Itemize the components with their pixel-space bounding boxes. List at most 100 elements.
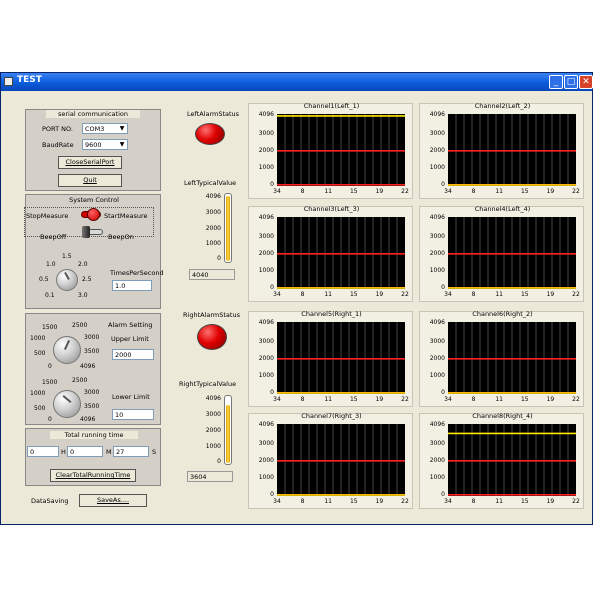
y-tick-label: 0 — [441, 491, 445, 498]
x-tick-label: 19 — [546, 188, 555, 195]
app-window: TEST _ □ ✕ serial communication PORT NO.… — [0, 72, 593, 525]
y-tick-label: 4096 — [258, 319, 274, 326]
plot-svg — [277, 322, 405, 394]
x-tick-label: 15 — [520, 188, 529, 195]
plot-area — [277, 114, 405, 186]
x-tick-label: 19 — [375, 291, 384, 298]
chart-title: Channel6(Right_2) — [472, 310, 533, 318]
plot-area — [448, 217, 576, 289]
x-tick-label: 15 — [520, 396, 529, 403]
x-tick-label: 34 — [444, 498, 452, 505]
x-tick-label: 34 — [273, 396, 281, 403]
x-tick-label: 34 — [444, 291, 452, 298]
channel-chart-8: Channel8(Right_4) 0 1000 2000 3000 4096 34 8 11 1… — [419, 412, 584, 509]
plot-svg — [277, 424, 405, 496]
chart-title: Channel4(Left_4) — [474, 205, 531, 213]
y-tick-label: 2000 — [258, 249, 274, 257]
x-tick-label: 11 — [324, 188, 332, 195]
x-tick-label: 11 — [495, 498, 503, 505]
x-tick-label: 19 — [375, 188, 384, 195]
y-tick-label: 3000 — [429, 232, 445, 240]
x-tick-label: 15 — [349, 291, 358, 298]
y-tick-label: 2000 — [258, 456, 274, 464]
y-tick-label: 0 — [441, 181, 445, 188]
x-tick-label: 8 — [300, 498, 305, 505]
chart-title: Channel5(Right_1) — [301, 310, 362, 318]
y-tick-label: 1000 — [429, 163, 445, 171]
plot-svg — [277, 114, 405, 186]
y-tick-label: 1000 — [429, 266, 445, 274]
x-tick-label: 22 — [572, 396, 580, 403]
y-tick-label: 2000 — [429, 146, 445, 154]
x-tick-label: 22 — [401, 291, 409, 298]
y-tick-label: 1000 — [429, 473, 445, 481]
y-tick-label: 3000 — [429, 439, 445, 447]
y-tick-label: 2000 — [429, 456, 445, 464]
x-tick-label: 8 — [471, 396, 476, 403]
chart-title: Channel2(Left_2) — [474, 102, 531, 110]
y-tick-label: 1000 — [258, 473, 274, 481]
plot-svg — [448, 322, 576, 394]
y-tick-label: 4096 — [429, 214, 445, 221]
y-tick-label: 0 — [270, 284, 274, 291]
y-tick-label: 0 — [441, 389, 445, 396]
plot-area — [448, 322, 576, 394]
x-tick-label: 22 — [572, 291, 580, 298]
y-tick-label: 4096 — [429, 319, 445, 326]
channel-chart-1: Channel1(Left_1) 0 1000 2000 3000 4096 34 8 11 15… — [248, 102, 413, 199]
channel-chart-7: Channel7(Right_3) 0 1000 2000 3000 4096 34 8 11 1… — [248, 412, 413, 509]
y-tick-label: 2000 — [429, 249, 445, 257]
y-tick-label: 3000 — [429, 337, 445, 345]
x-tick-label: 34 — [273, 498, 281, 505]
x-tick-label: 15 — [520, 498, 529, 505]
y-tick-label: 2000 — [258, 146, 274, 154]
x-tick-label: 15 — [349, 498, 358, 505]
y-tick-label: 0 — [270, 491, 274, 498]
x-tick-label: 22 — [572, 498, 580, 505]
x-tick-label: 11 — [324, 498, 332, 505]
y-tick-label: 4096 — [429, 421, 445, 428]
plot-svg — [448, 424, 576, 496]
y-tick-label: 0 — [441, 284, 445, 291]
y-tick-label: 0 — [270, 389, 274, 396]
x-tick-label: 8 — [471, 498, 476, 505]
plot-area — [277, 217, 405, 289]
y-tick-label: 1000 — [258, 163, 274, 171]
y-tick-label: 3000 — [258, 129, 274, 137]
chart-title: Channel7(Right_3) — [301, 412, 362, 420]
x-tick-label: 11 — [495, 188, 503, 195]
plot-area — [448, 114, 576, 186]
x-tick-label: 19 — [546, 291, 555, 298]
y-tick-label: 4096 — [429, 111, 445, 118]
y-tick-label: 1000 — [258, 371, 274, 379]
x-tick-label: 22 — [401, 188, 409, 195]
x-tick-label: 11 — [324, 291, 332, 298]
x-tick-label: 34 — [444, 188, 452, 195]
y-tick-label: 1000 — [429, 371, 445, 379]
x-tick-label: 19 — [375, 396, 384, 403]
x-tick-label: 22 — [572, 188, 580, 195]
plot-svg — [277, 217, 405, 289]
y-tick-label: 1000 — [258, 266, 274, 274]
x-tick-label: 8 — [471, 291, 476, 298]
x-tick-label: 34 — [273, 188, 281, 195]
x-tick-label: 11 — [495, 396, 503, 403]
y-tick-label: 4096 — [258, 421, 274, 428]
x-tick-label: 22 — [401, 396, 409, 403]
chart-title: Channel8(Right_4) — [472, 412, 533, 420]
x-tick-label: 19 — [546, 498, 555, 505]
y-tick-label: 3000 — [258, 232, 274, 240]
y-tick-label: 3000 — [429, 129, 445, 137]
x-tick-label: 34 — [444, 396, 452, 403]
plot-svg — [448, 217, 576, 289]
channel-charts: Channel1(Left_1) 0 1000 2000 3000 4096 34 8 11 15… — [1, 73, 592, 524]
y-tick-label: 3000 — [258, 337, 274, 345]
x-tick-label: 8 — [300, 396, 305, 403]
channel-chart-6: Channel6(Right_2) 0 1000 2000 3000 4096 34 8 11 1… — [419, 310, 584, 407]
plot-area — [277, 322, 405, 394]
chart-title: Channel1(Left_1) — [303, 102, 360, 110]
x-tick-label: 22 — [401, 498, 409, 505]
y-tick-label: 4096 — [258, 111, 274, 118]
y-tick-label: 0 — [270, 181, 274, 188]
x-tick-label: 8 — [300, 188, 305, 195]
